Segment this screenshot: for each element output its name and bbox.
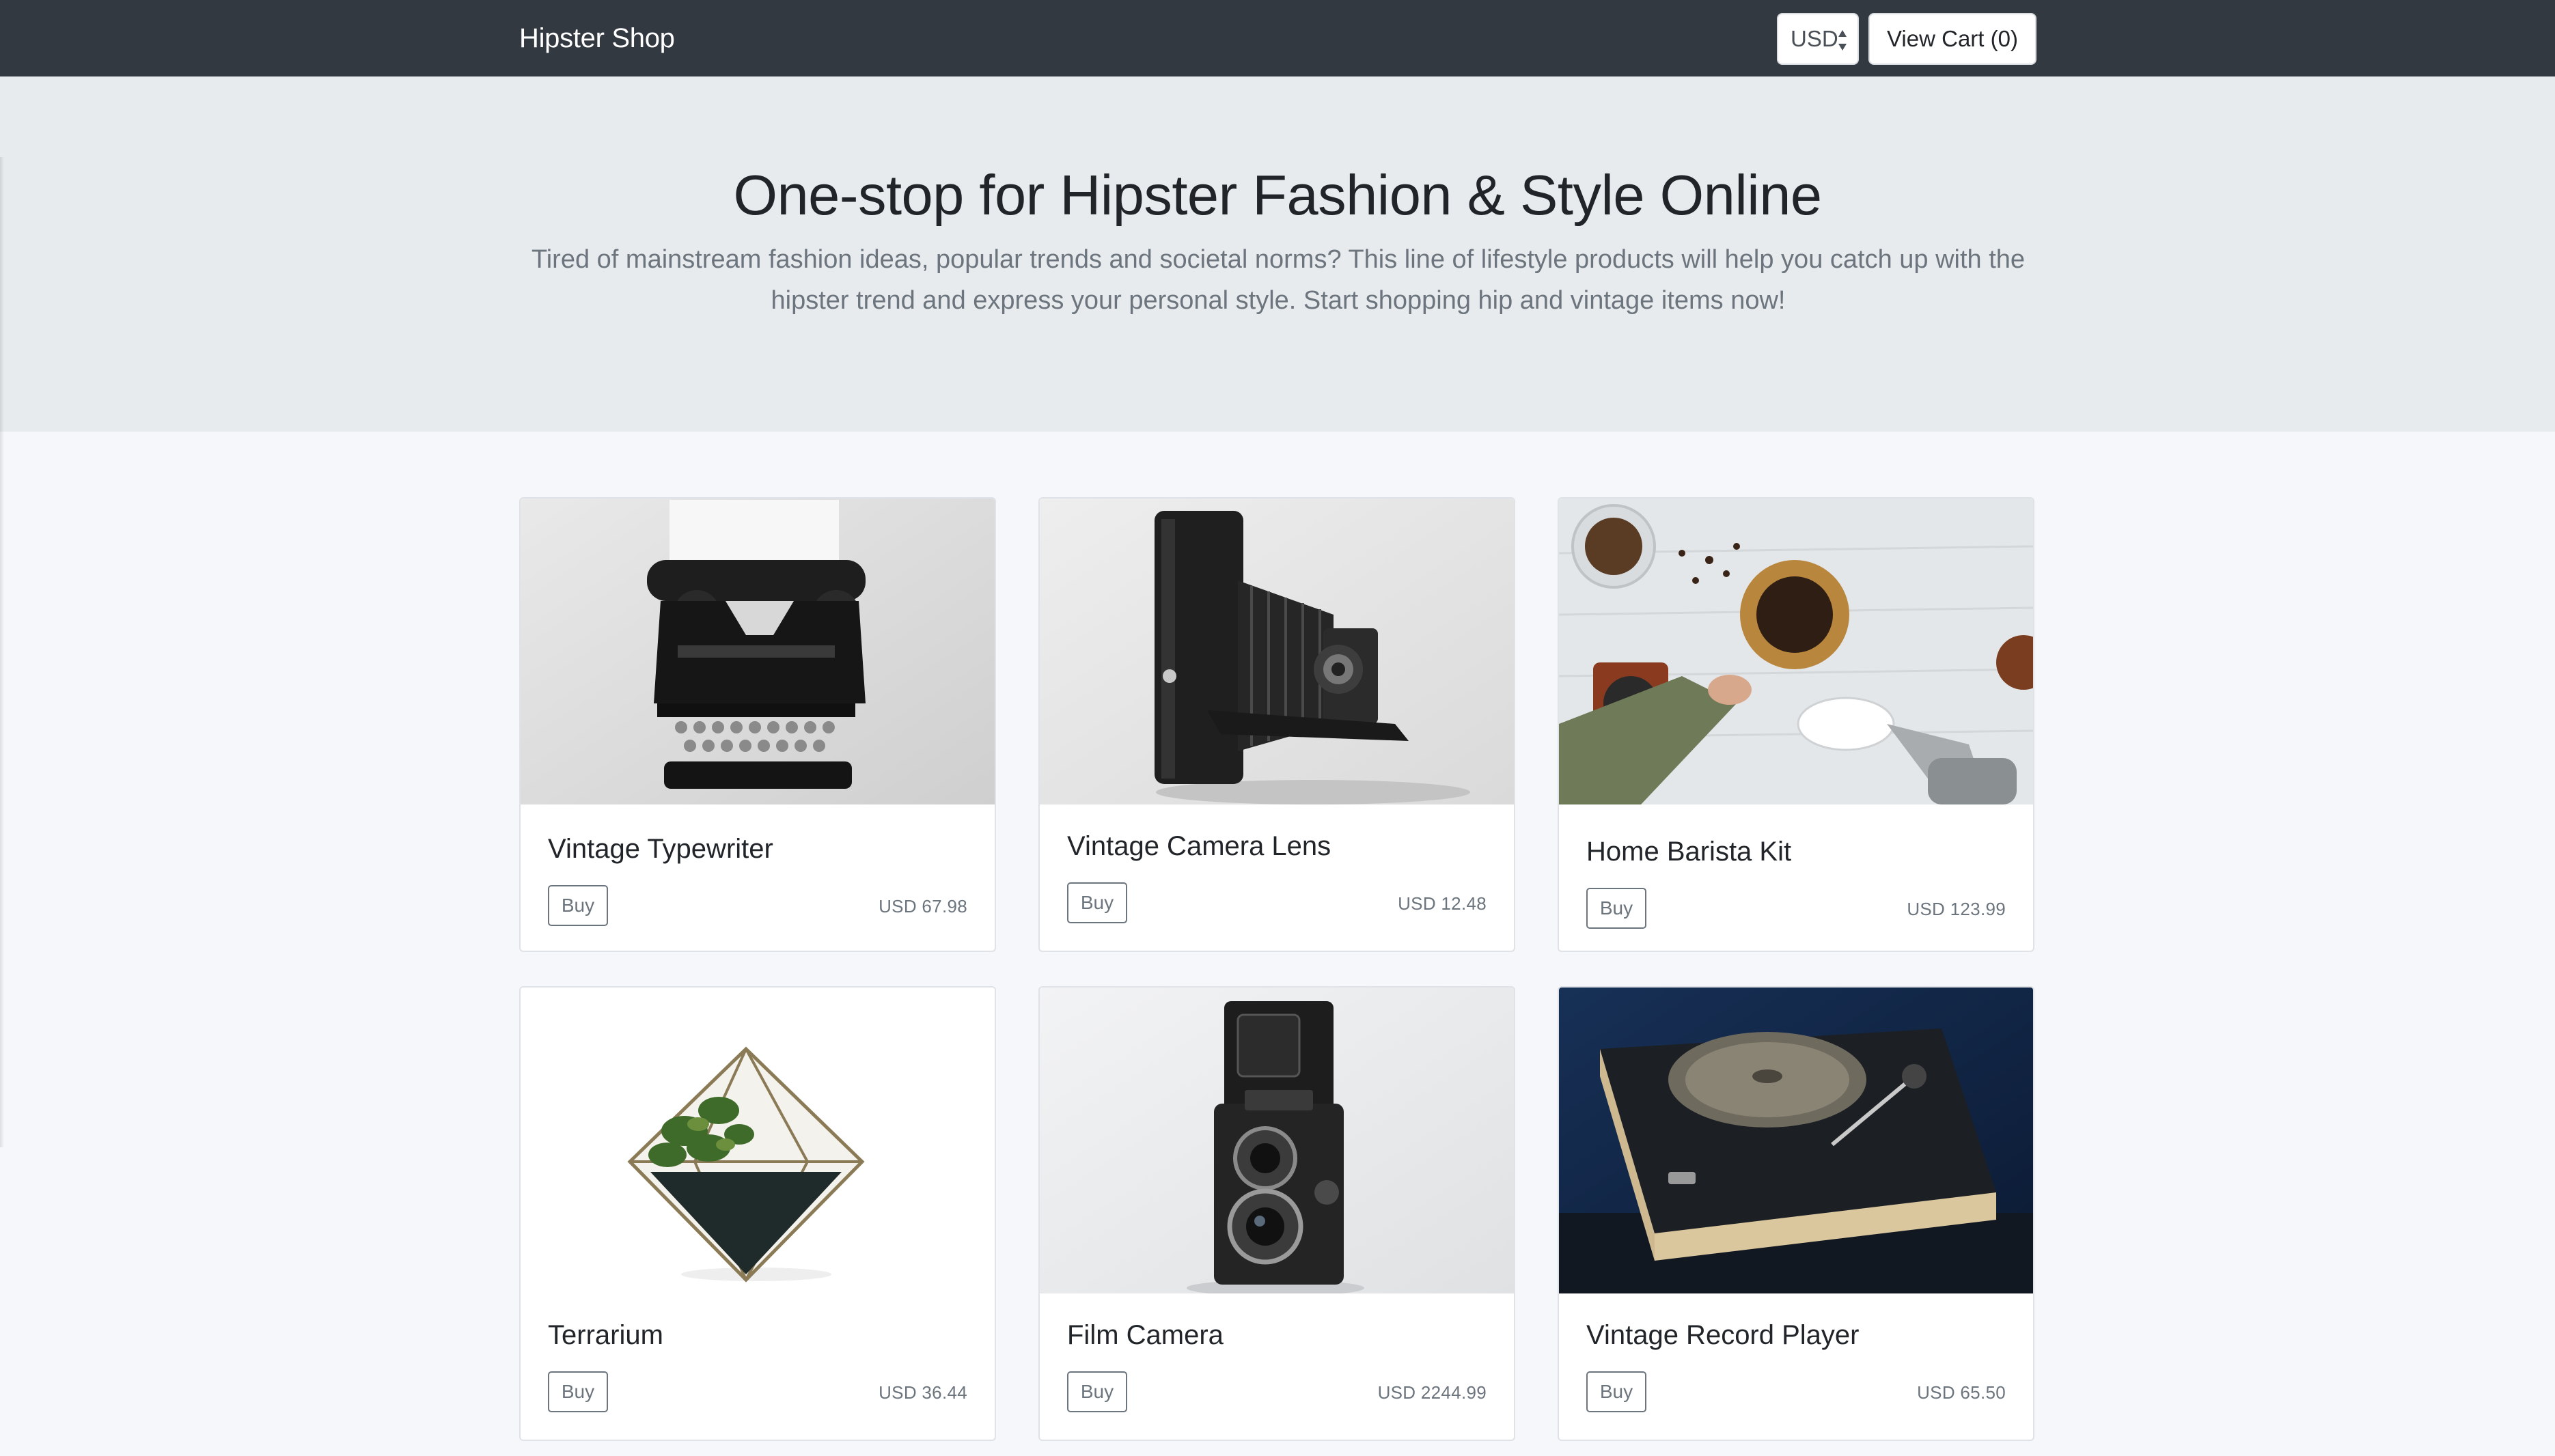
- buy-button[interactable]: Buy: [1067, 882, 1127, 923]
- product-card[interactable]: Vintage Camera Lens Buy USD 12.48: [1038, 497, 1515, 952]
- product-name[interactable]: Vintage Camera Lens: [1067, 829, 1331, 863]
- product-name[interactable]: Terrarium: [548, 1318, 663, 1352]
- product-price: USD 65.50: [1917, 1382, 2006, 1403]
- typewriter-photo[interactable]: [521, 499, 995, 804]
- hero-subtitle: Tired of mainstream fashion ideas, popul…: [531, 245, 2026, 315]
- product-price: USD 2244.99: [1377, 1382, 1487, 1403]
- product-card[interactable]: Terrarium Buy USD 36.44: [519, 986, 996, 1441]
- buy-button[interactable]: Buy: [1586, 1371, 1646, 1412]
- currency-select[interactable]: USD: [1777, 13, 1859, 65]
- buy-button[interactable]: Buy: [548, 885, 608, 926]
- product-card[interactable]: Home Barista Kit Buy USD 123.99: [1558, 497, 2034, 952]
- top-navbar: Hipster Shop USD View Cart (0): [0, 0, 2555, 76]
- product-name[interactable]: Vintage Typewriter: [548, 832, 773, 866]
- product-name[interactable]: Vintage Record Player: [1586, 1318, 1860, 1352]
- product-price: USD 12.48: [1398, 893, 1487, 914]
- product-price: USD 123.99: [1907, 899, 2006, 919]
- product-name[interactable]: Home Barista Kit: [1586, 835, 1791, 869]
- product-card[interactable]: Film Camera Buy USD 2244.99: [1038, 986, 1515, 1441]
- product-price: USD 67.98: [879, 896, 967, 916]
- buy-button[interactable]: Buy: [1586, 888, 1646, 929]
- hero-banner: One-stop for Hipster Fashion & Style Onl…: [0, 76, 2555, 432]
- hero-title: One-stop for Hipster Fashion & Style Onl…: [733, 163, 1822, 227]
- record-player-photo[interactable]: [1559, 988, 2033, 1293]
- currency-value: USD: [1791, 26, 1838, 51]
- brand-logo-link[interactable]: Hipster Shop: [519, 20, 675, 56]
- product-price: USD 36.44: [879, 1382, 967, 1403]
- product-card[interactable]: Vintage Record Player Buy USD 65.50: [1558, 986, 2034, 1441]
- view-cart-button[interactable]: View Cart (0): [1868, 13, 2036, 65]
- select-arrows-icon: [1838, 30, 1847, 51]
- film-camera-photo[interactable]: [1040, 988, 1514, 1293]
- left-edge-shadow: [0, 157, 4, 1147]
- buy-button[interactable]: Buy: [548, 1371, 608, 1412]
- folding-camera-photo[interactable]: [1040, 499, 1514, 804]
- buy-button[interactable]: Buy: [1067, 1371, 1127, 1412]
- terrarium-photo[interactable]: [521, 988, 995, 1293]
- product-card[interactable]: Vintage Typewriter Buy USD 67.98: [519, 497, 996, 952]
- barista-kit-photo[interactable]: [1559, 499, 2033, 804]
- product-name[interactable]: Film Camera: [1067, 1318, 1224, 1352]
